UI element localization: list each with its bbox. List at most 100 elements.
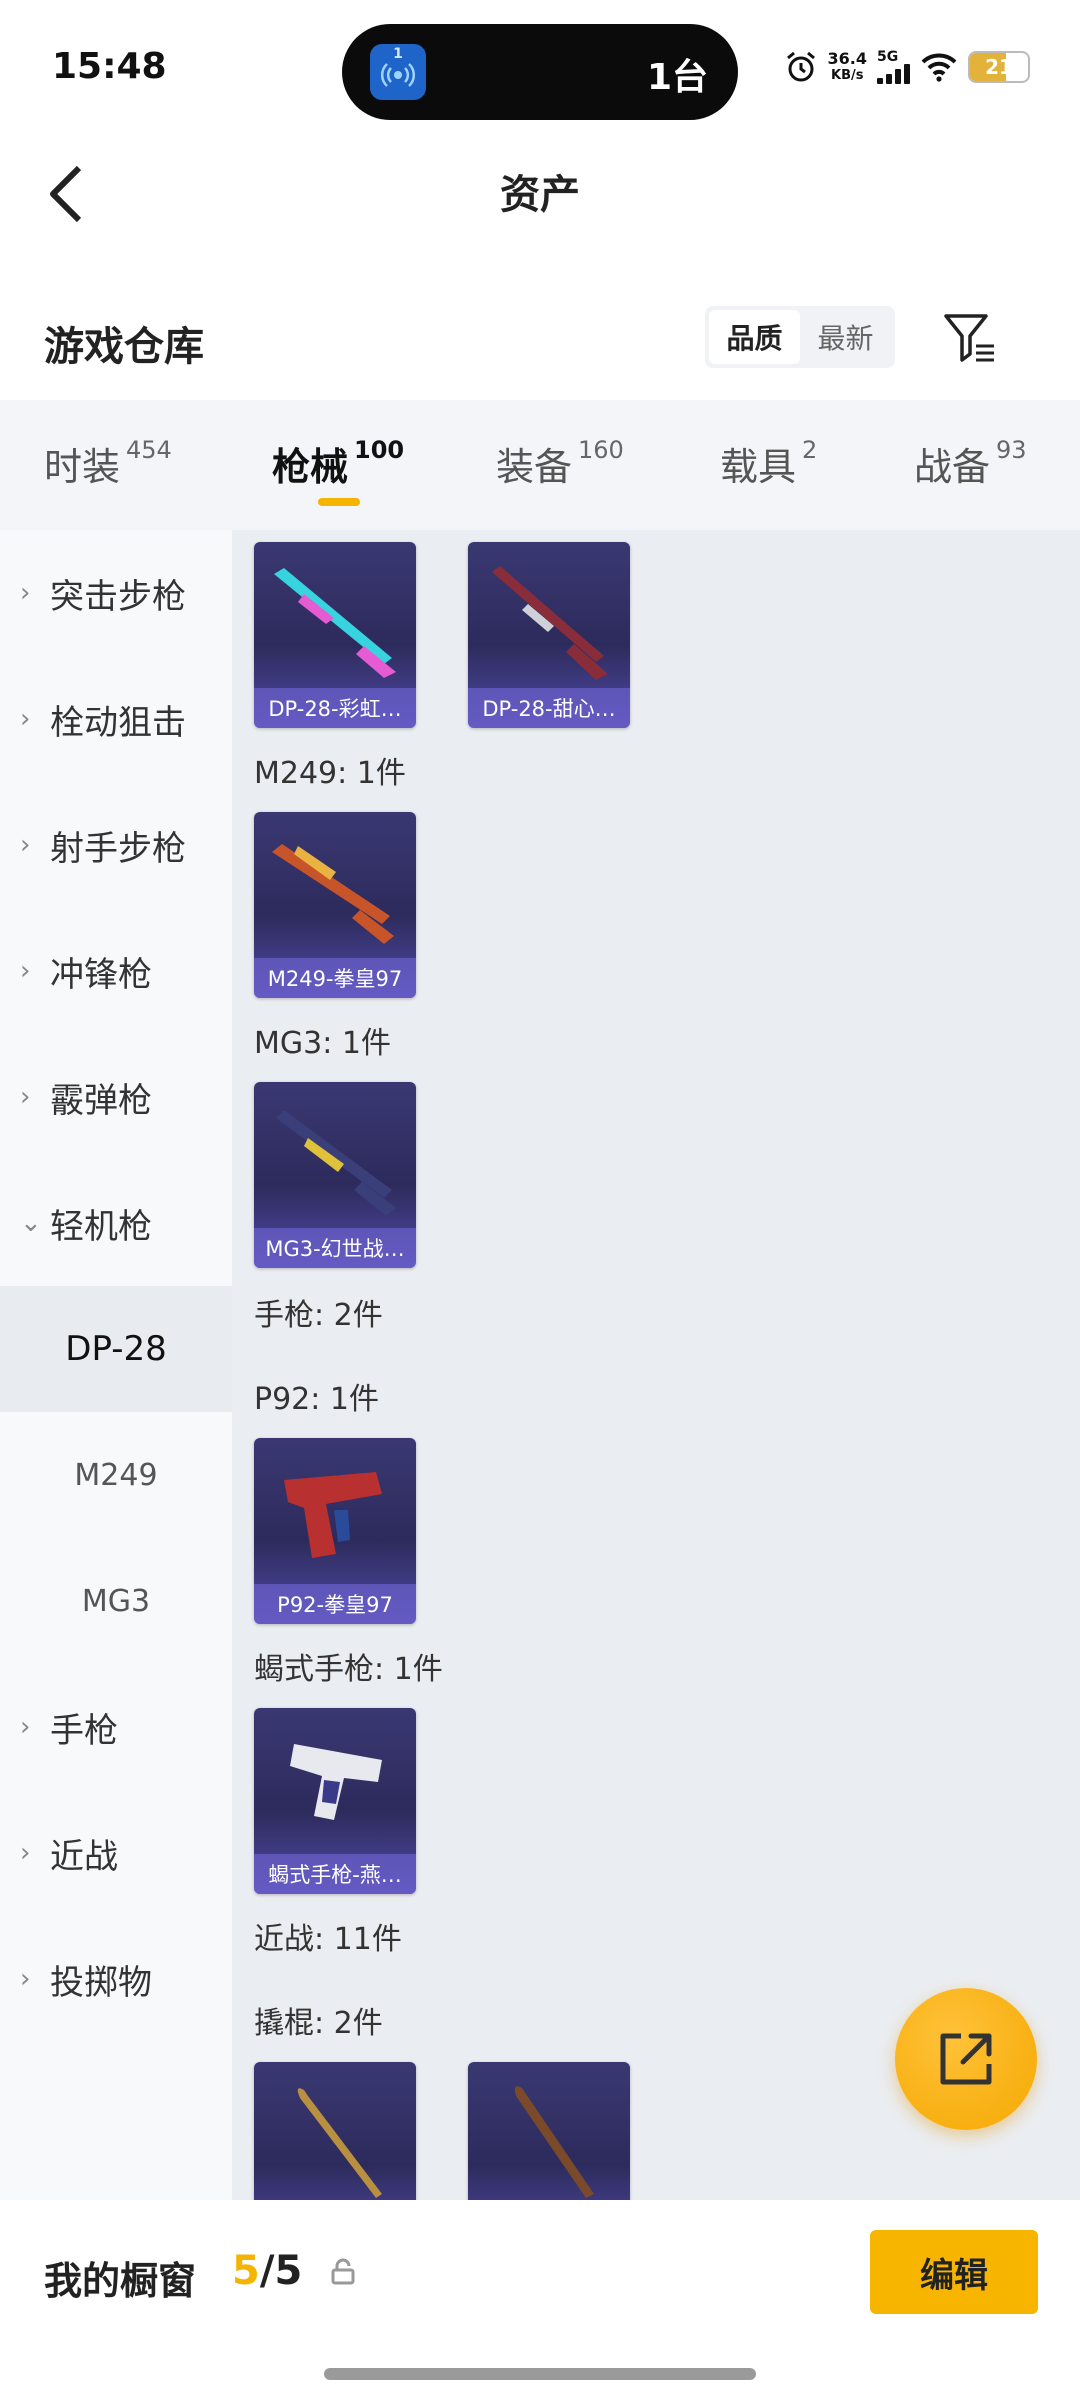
sidebar-item-label: DP-28	[65, 1329, 167, 1369]
crowbar-icon	[297, 2088, 382, 2198]
sidebar-item-label: 投掷物	[50, 1962, 152, 2003]
section-header: 游戏仓库 品质 最新	[0, 290, 1080, 400]
tab-count: 2	[802, 436, 818, 464]
group-label-crowbar: 撬棍: 2件	[254, 2006, 383, 2041]
chevron-right-icon: ›	[20, 578, 31, 608]
group-label-m249: M249: 1件	[254, 756, 406, 791]
signal-icon	[877, 64, 910, 84]
weapon-card-label: DP-28-甜心…	[468, 688, 630, 728]
sidebar-item-label: 射手步枪	[50, 828, 186, 869]
sidebar-item-shotgun[interactable]: › 霰弹枪	[0, 1034, 232, 1160]
lmg-skin-icon	[272, 844, 394, 944]
category-tabs: 时装 454 枪械 100 装备 160 载具 2 战备 93	[0, 400, 1080, 530]
network-type: 5G	[877, 49, 899, 65]
external-link-icon	[940, 2033, 992, 2085]
group-label-melee: 近战: 11件	[254, 1922, 402, 1957]
sidebar-subitem-mg3[interactable]: MG3	[0, 1538, 232, 1664]
weapon-card-label: M249-拳皇97	[254, 958, 416, 998]
sidebar-subitem-dp28[interactable]: DP-28	[0, 1286, 232, 1412]
battery-level: 21	[985, 55, 1013, 79]
island-text: 1台	[646, 57, 708, 98]
chevron-down-icon: ⌄	[20, 1208, 42, 1238]
weapon-card[interactable]: M249-拳皇97	[254, 812, 416, 998]
tab-vehicles[interactable]: 载具 2	[720, 436, 817, 491]
crowbar-icon	[514, 2086, 594, 2198]
chevron-right-icon: ›	[20, 1838, 31, 1868]
group-label-scorpion: 蝎式手枪: 1件	[254, 1652, 443, 1687]
showcase-count: 5/5	[232, 2248, 302, 2294]
weapon-name: MG3-幻世战…	[265, 1237, 405, 1261]
filter-button[interactable]	[940, 308, 1000, 368]
showcase-count-used: 5	[232, 2248, 260, 2294]
chevron-right-icon: ›	[20, 1082, 31, 1112]
showcase-count-total: 5	[274, 2248, 303, 2294]
lock-icon	[331, 2258, 355, 2285]
island-badge: 1	[393, 46, 403, 62]
weapon-card[interactable]: DP-28-彩虹…	[254, 542, 416, 728]
weapon-name: DP-28-甜心…	[482, 697, 616, 721]
net-speed-value: 36.4	[827, 49, 867, 68]
weapon-card[interactable]	[254, 2062, 416, 2200]
sidebar-item-lmg[interactable]: ⌄ 轻机枪	[0, 1160, 232, 1286]
sidebar-item-label: M249	[74, 1457, 158, 1493]
sidebar-item-label: 栓动狙击	[50, 702, 186, 743]
weapon-card[interactable]: MG3-幻世战…	[254, 1082, 416, 1268]
weapon-card[interactable]: P92-拳皇97	[254, 1438, 416, 1624]
sidebar-item-label: 霰弹枪	[50, 1080, 152, 1121]
tab-fashion[interactable]: 时装 454	[44, 436, 172, 491]
dynamic-island[interactable]: 1 1台	[342, 24, 738, 120]
sidebar-item-label: 手枪	[50, 1710, 118, 1751]
group-label-p92: P92: 1件	[254, 1382, 379, 1417]
sidebar-item-smg[interactable]: › 冲锋枪	[0, 908, 232, 1034]
sidebar-subitem-m249[interactable]: M249	[0, 1412, 232, 1538]
net-speed: 36.4 KB/s	[828, 50, 867, 84]
tab-label: 战备	[914, 445, 991, 489]
page-title: 资产	[500, 172, 580, 218]
sidebar-item-label: 冲锋枪	[50, 954, 152, 995]
edit-button[interactable]: 编辑	[870, 2230, 1038, 2314]
sort-newest-button[interactable]: 最新	[800, 310, 891, 364]
weapon-card-label: 蝎式手枪-燕…	[254, 1854, 416, 1894]
weapon-name: M249-拳皇97	[267, 967, 403, 991]
sort-toggle: 品质 最新	[705, 306, 895, 368]
weapon-grid: DP-28-彩虹… DP-28-甜心… M249: 1件 M249-拳皇97 M…	[232, 530, 1080, 2200]
chevron-right-icon: ›	[20, 704, 31, 734]
tab-guns[interactable]: 枪械 100	[272, 436, 404, 491]
share-button[interactable]	[895, 1988, 1037, 2130]
smg-skin-icon	[290, 1744, 382, 1820]
weapon-card-label: MG3-幻世战…	[254, 1228, 416, 1268]
sidebar-item-marksman-rifle[interactable]: › 射手步枪	[0, 782, 232, 908]
rifle-skin-icon	[492, 566, 608, 680]
tab-equipment[interactable]: 装备 160	[496, 436, 624, 491]
net-speed-unit: KB/s	[831, 68, 864, 83]
pistol-skin-icon	[284, 1472, 382, 1558]
weapon-card[interactable]	[468, 2062, 630, 2200]
wifi-icon	[921, 53, 957, 82]
status-icons: 36.4 KB/s 5G 21	[784, 50, 1030, 84]
sidebar-item-assault-rifle[interactable]: › 突击步枪	[0, 530, 232, 656]
tab-count: 454	[126, 436, 172, 464]
showcase-title: 我的橱窗	[44, 2259, 197, 2303]
sidebar-item-melee[interactable]: › 近战	[0, 1790, 232, 1916]
battery-icon: 21	[968, 51, 1030, 83]
weapon-card-label: P92-拳皇97	[254, 1584, 416, 1624]
sidebar-item-pistol[interactable]: › 手枪	[0, 1664, 232, 1790]
home-indicator[interactable]	[324, 2368, 756, 2380]
chevron-right-icon: ›	[20, 1964, 31, 1994]
tab-supplies[interactable]: 战备 93	[914, 436, 1027, 491]
sort-quality-button[interactable]: 品质	[709, 310, 800, 364]
sidebar-item-bolt-sniper[interactable]: › 栓动狙击	[0, 656, 232, 782]
sidebar-item-throwable[interactable]: › 投掷物	[0, 1916, 232, 2042]
weapon-card[interactable]: 蝎式手枪-燕…	[254, 1708, 416, 1894]
cellular-group: 5G	[877, 50, 910, 84]
lmg-skin-icon	[276, 1110, 396, 1216]
broadcast-app-icon: 1	[370, 44, 426, 100]
tab-count: 93	[996, 436, 1027, 464]
weapon-name: 蝎式手枪-燕…	[268, 1863, 402, 1887]
chevron-right-icon: ›	[20, 956, 31, 986]
filter-icon	[944, 314, 994, 362]
weapon-card[interactable]: DP-28-甜心…	[468, 542, 630, 728]
sidebar-item-label: 近战	[50, 1836, 118, 1877]
sidebar-item-label: MG3	[81, 1583, 151, 1619]
tab-count: 100	[354, 436, 405, 464]
